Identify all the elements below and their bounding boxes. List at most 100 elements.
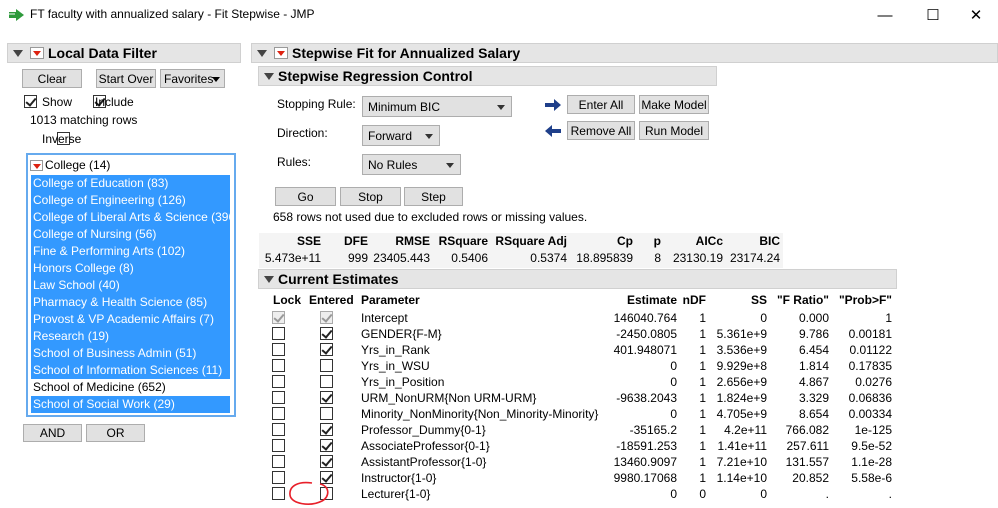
- college-list-item[interactable]: School of Information Sciences (11): [31, 362, 230, 379]
- disclosure-icon[interactable]: [13, 49, 23, 57]
- lock-checkbox[interactable]: [272, 471, 285, 484]
- current-estimates-header[interactable]: Current Estimates: [258, 269, 897, 289]
- window-title: FT faculty with annualized salary - Fit …: [30, 7, 315, 21]
- show-checkbox[interactable]: [24, 95, 37, 108]
- entered-checkbox[interactable]: [320, 407, 333, 420]
- lock-checkbox[interactable]: [272, 423, 285, 436]
- entered-checkbox[interactable]: [320, 423, 333, 436]
- parameter-name: Minority_NonMinority{Non_Minority-Minori…: [361, 407, 599, 421]
- ndf-value: 1: [699, 375, 706, 389]
- stopping-rule-select[interactable]: Minimum BIC: [362, 96, 512, 117]
- stop-button[interactable]: Stop: [340, 187, 401, 206]
- college-list-item[interactable]: Research (19): [31, 328, 230, 345]
- college-list-item[interactable]: College of Education (83): [31, 175, 230, 192]
- stats-column-header: DFE: [344, 234, 368, 248]
- lock-checkbox[interactable]: [272, 391, 285, 404]
- lock-checkbox[interactable]: [272, 327, 285, 340]
- stats-value: 999: [347, 251, 368, 265]
- college-list-item[interactable]: School of Business Admin (51): [31, 345, 230, 362]
- entered-checkbox[interactable]: [320, 439, 333, 452]
- matching-rows-text: 1013 matching rows: [30, 113, 138, 127]
- lock-checkbox[interactable]: [272, 343, 285, 356]
- estimate-value: 0: [670, 375, 677, 389]
- entered-checkbox[interactable]: [320, 343, 333, 356]
- lock-checkbox[interactable]: [272, 455, 285, 468]
- college-list-item[interactable]: Fine & Performing Arts (102): [31, 243, 230, 260]
- ndf-value: 1: [699, 391, 706, 405]
- estimate-value: 0: [670, 487, 677, 501]
- college-list-item[interactable]: School of Medicine (652): [31, 379, 230, 396]
- ss-value: 1.41e+11: [717, 439, 768, 453]
- college-list-item[interactable]: College of Liberal Arts & Science (396: [31, 209, 230, 226]
- minimize-button[interactable]: —: [862, 0, 908, 30]
- disclosure-icon[interactable]: [264, 275, 274, 283]
- stats-column-header: RSquare Adj: [495, 234, 567, 248]
- college-list-item[interactable]: College of Nursing (56): [31, 226, 230, 243]
- entered-checkbox[interactable]: [320, 455, 333, 468]
- red-triangle-menu-icon[interactable]: [30, 159, 43, 171]
- stepwise-control-header[interactable]: Stepwise Regression Control: [258, 66, 717, 86]
- estimates-table-row: AssistantProfessor{1-0} 13460.9097 1 7.21e+…: [268, 454, 896, 470]
- remove-all-arrow-button[interactable]: [543, 122, 563, 140]
- ndf-value: 1: [699, 455, 706, 469]
- disclosure-icon[interactable]: [257, 49, 267, 57]
- lock-checkbox[interactable]: [272, 487, 285, 500]
- estimates-table-row: Lecturer{1-0} 0 0 0..: [268, 486, 896, 502]
- college-list-item[interactable]: Pharmacy & Health Science (85): [31, 294, 230, 311]
- lock-checkbox[interactable]: [272, 439, 285, 452]
- f-ratio-value: 1.814: [798, 359, 829, 373]
- college-list-item[interactable]: Provost & VP Academic Affairs (7): [31, 311, 230, 328]
- entered-checkbox[interactable]: [320, 359, 333, 372]
- entered-checkbox[interactable]: [320, 327, 333, 340]
- college-list-item[interactable]: College of Engineering (126): [31, 192, 230, 209]
- estimates-table-row: Professor_Dummy{0-1} -35165.2 1 4.2e+11 766.…: [268, 422, 896, 438]
- stats-value: 0.5406: [451, 251, 488, 265]
- or-button[interactable]: OR: [86, 424, 145, 442]
- college-list-item[interactable]: School of Social Work (29): [31, 396, 230, 413]
- entered-checkbox[interactable]: [320, 375, 333, 388]
- entered-checkbox[interactable]: [320, 391, 333, 404]
- parameter-name: Yrs_in_Rank: [361, 343, 430, 357]
- enter-all-button[interactable]: Enter All: [567, 95, 635, 114]
- disclosure-icon[interactable]: [264, 72, 274, 80]
- estimates-table-row: AssociateProfessor{0-1} -18591.253 1 1.41e+…: [268, 438, 896, 454]
- remove-all-button[interactable]: Remove All: [567, 121, 635, 140]
- estimate-value: 0: [670, 407, 677, 421]
- college-list-header[interactable]: College (14): [30, 157, 110, 173]
- go-button[interactable]: Go: [275, 187, 336, 206]
- college-list-item[interactable]: Honors College (8): [31, 260, 230, 277]
- rules-select[interactable]: No Rules: [362, 154, 461, 175]
- estimates-column-header: Estimate: [626, 293, 677, 307]
- ndf-value: 1: [699, 327, 706, 341]
- arrow-right-icon: [545, 99, 561, 111]
- close-button[interactable]: ✕: [953, 0, 998, 30]
- clear-button[interactable]: Clear: [22, 69, 82, 88]
- run-model-button[interactable]: Run Model: [639, 121, 709, 140]
- stats-column-header: AICc: [695, 234, 723, 248]
- local-data-filter-title: Local Data Filter: [48, 45, 157, 61]
- enter-all-arrow-button[interactable]: [543, 96, 563, 114]
- direction-select[interactable]: Forward: [362, 125, 440, 146]
- f-ratio-value: 9.786: [798, 327, 829, 341]
- stopping-rule-value: Minimum BIC: [368, 99, 441, 114]
- f-ratio-value: 20.852: [792, 471, 829, 485]
- lock-checkbox[interactable]: [272, 375, 285, 388]
- maximize-button[interactable]: ☐: [910, 0, 956, 30]
- parameter-name: Lecturer{1-0}: [361, 487, 431, 501]
- start-over-button[interactable]: Start Over: [96, 69, 156, 88]
- college-filter-listbox[interactable]: College (14) College of Education (83) Co…: [26, 153, 236, 417]
- lock-checkbox[interactable]: [272, 359, 285, 372]
- red-triangle-menu-icon[interactable]: [30, 47, 44, 59]
- stepwise-fit-header[interactable]: Stepwise Fit for Annualized Salary: [251, 43, 998, 63]
- favorites-button[interactable]: Favorites: [160, 69, 225, 88]
- inverse-label: Inverse: [42, 132, 82, 146]
- ss-value: 7.21e+10: [716, 455, 767, 469]
- lock-checkbox[interactable]: [272, 407, 285, 420]
- red-triangle-menu-icon[interactable]: [274, 47, 288, 59]
- make-model-button[interactable]: Make Model: [639, 95, 709, 114]
- college-list-item[interactable]: Law School (40): [31, 277, 230, 294]
- and-button[interactable]: AND: [23, 424, 82, 442]
- parameter-name: Yrs_in_WSU: [361, 359, 430, 373]
- step-button[interactable]: Step: [404, 187, 463, 206]
- local-data-filter-header[interactable]: Local Data Filter: [7, 43, 241, 63]
